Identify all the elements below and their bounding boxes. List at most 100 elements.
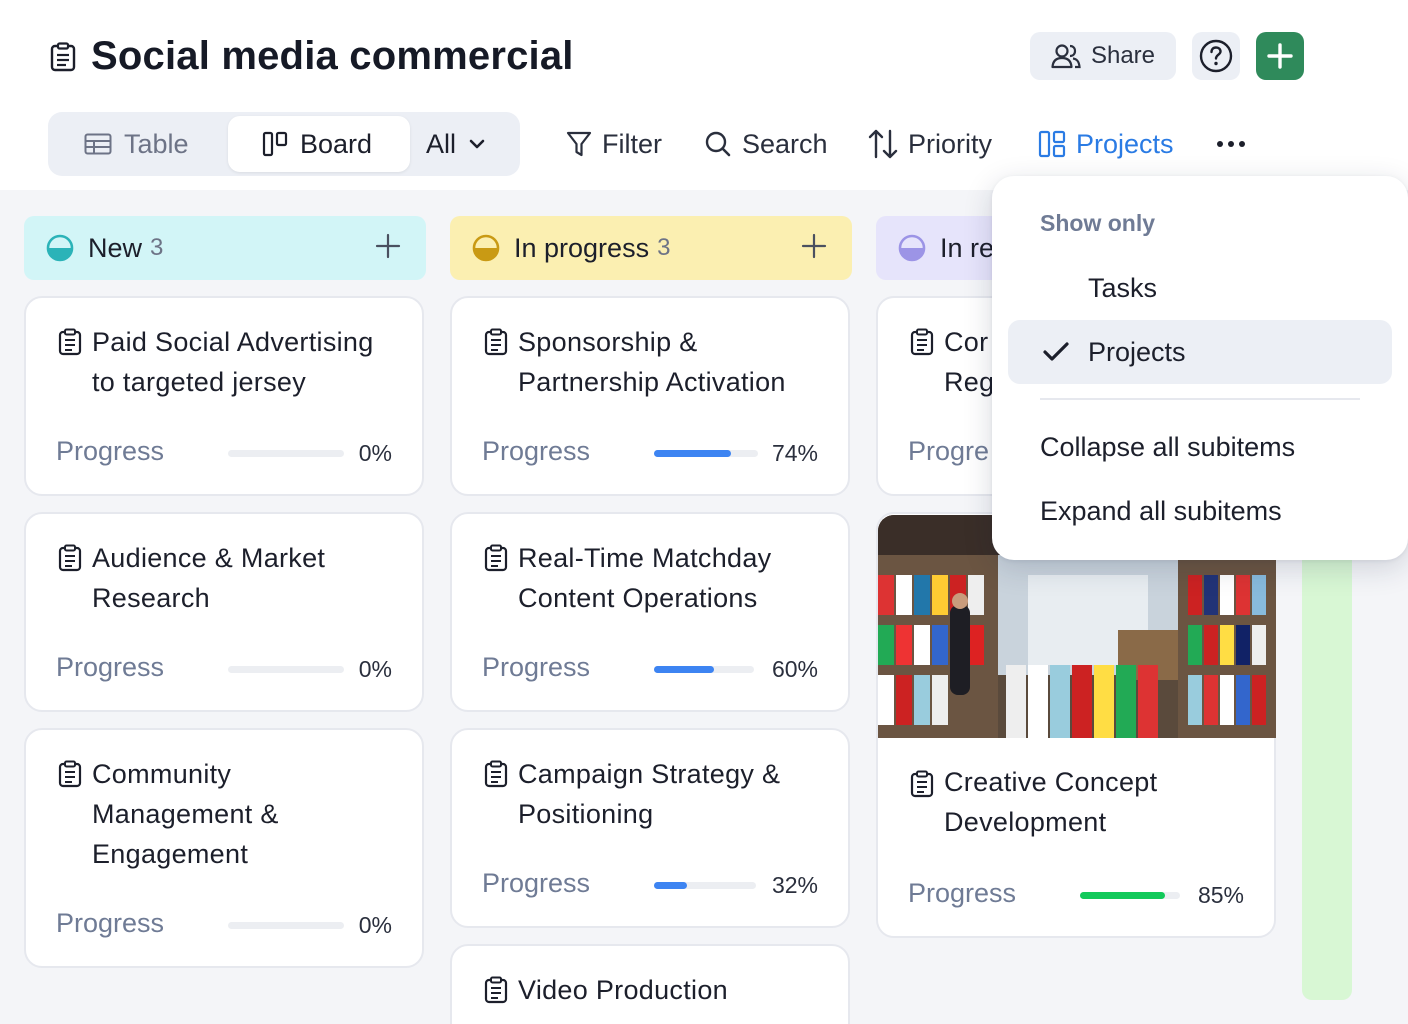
tab-board-label: Board — [300, 128, 373, 159]
card-title: Campaign Strategy & Positioning — [518, 759, 781, 829]
scope-label: All — [426, 128, 457, 159]
document-icon — [910, 770, 934, 798]
card-title: Sponsorship & Partnership Activation — [518, 327, 786, 397]
collapse-all-subitems[interactable]: Collapse all subitems — [1040, 432, 1295, 463]
task-card[interactable]: Sponsorship & Partnership Activation Pro… — [450, 296, 850, 496]
progress-label: Progress — [482, 652, 591, 682]
card-title: Paid Social Advertising to targeted jers… — [92, 327, 374, 397]
tab-table[interactable]: Table — [84, 116, 189, 172]
filter-label: Filter — [602, 128, 662, 159]
progress-bar — [654, 450, 758, 457]
progress-label: Progress — [56, 436, 165, 466]
progress-label: Progress — [56, 908, 165, 938]
document-icon — [58, 544, 82, 572]
status-in-review-icon — [898, 234, 926, 262]
search-icon — [705, 131, 731, 157]
add-item-button[interactable] — [1256, 32, 1304, 80]
projects-button[interactable]: Projects — [1038, 124, 1174, 164]
progress-percent: 74% — [771, 440, 818, 466]
progress-label: Progress — [908, 878, 1017, 908]
card-title: Audience & Market Research — [92, 543, 326, 613]
progress-percent: 0% — [358, 912, 392, 938]
column-edge — [1302, 540, 1352, 1000]
task-card[interactable]: Campaign Strategy & Positioning Progress… — [450, 728, 850, 928]
checkmark-icon — [1043, 342, 1069, 361]
table-icon — [84, 133, 112, 155]
column-name: In progress — [514, 232, 650, 263]
more-options-button[interactable] — [1216, 124, 1246, 164]
progress-label: Progress — [482, 436, 591, 466]
document-icon — [910, 328, 934, 356]
progress-bar — [228, 450, 344, 457]
sort-icon — [868, 129, 898, 159]
more-horizontal-icon — [1217, 141, 1245, 147]
scope-dropdown[interactable]: All — [426, 116, 486, 172]
board-icon — [262, 131, 288, 157]
progress-percent: 0% — [358, 440, 392, 466]
page-title: Social media commercial — [91, 34, 574, 78]
progress-label: Progress — [482, 868, 591, 898]
tab-board[interactable]: Board — [228, 116, 410, 172]
help-button[interactable] — [1192, 32, 1240, 80]
menu-option-label: Tasks — [1088, 272, 1158, 303]
document-icon — [484, 544, 508, 572]
progress-fill — [654, 882, 687, 889]
tab-table-label: Table — [124, 128, 189, 159]
users-icon — [1051, 44, 1081, 69]
card-title: Video Production — [518, 975, 728, 1005]
progress-bar — [1080, 892, 1180, 899]
task-card[interactable]: Audience & Market Research Progress 0% — [24, 512, 424, 712]
help-circle-icon — [1199, 39, 1233, 73]
task-card[interactable]: Real-Time Matchday Content Operations Pr… — [450, 512, 850, 712]
menu-divider — [1040, 398, 1360, 400]
status-new-icon — [46, 234, 74, 262]
search-button[interactable]: Search — [704, 124, 828, 164]
view-switcher: Table Board All — [48, 112, 520, 176]
document-icon — [484, 976, 508, 1004]
task-card[interactable]: Video Production — [450, 944, 850, 1024]
task-card[interactable]: Community Management & Engagement Progre… — [24, 728, 424, 968]
menu-option-projects[interactable]: Projects — [1008, 320, 1392, 384]
document-icon — [58, 760, 82, 788]
progress-bar — [654, 882, 756, 889]
card-title: Creative Concept Development — [944, 767, 1158, 837]
document-icon — [50, 42, 76, 72]
progress-percent: 0% — [358, 656, 392, 682]
progress-fill — [1080, 892, 1165, 899]
column-name: In re — [940, 232, 995, 263]
task-card[interactable]: Paid Social Advertising to targeted jers… — [24, 296, 424, 496]
document-icon — [484, 328, 508, 356]
share-button[interactable]: Share — [1030, 32, 1176, 80]
column-count: 3 — [657, 234, 671, 261]
column-header-new: New 3 — [24, 216, 426, 280]
progress-fill — [654, 666, 714, 673]
card-title: Community Management & Engagement — [92, 759, 279, 869]
document-icon — [58, 328, 82, 356]
priority-sort-button[interactable]: Priority — [868, 124, 992, 164]
add-card-icon[interactable] — [374, 232, 402, 260]
filter-icon — [566, 131, 592, 157]
progress-bar — [228, 922, 344, 929]
progress-label: Progress — [56, 652, 165, 682]
card-title: Real-Time Matchday Content Operations — [518, 543, 772, 613]
progress-bar — [228, 666, 344, 673]
add-card-icon[interactable] — [800, 232, 828, 260]
progress-percent: 60% — [771, 656, 818, 682]
menu-option-tasks[interactable]: Tasks — [1008, 256, 1392, 320]
progress-label: Progre — [908, 436, 990, 466]
progress-percent: 32% — [771, 872, 818, 898]
document-icon — [484, 760, 508, 788]
status-in-progress-icon — [472, 234, 500, 262]
progress-fill — [654, 450, 731, 457]
menu-section-header: Show only — [1040, 210, 1155, 236]
menu-option-label: Projects — [1088, 336, 1186, 367]
plus-icon — [1267, 43, 1293, 69]
priority-label: Priority — [908, 128, 993, 159]
search-label: Search — [742, 128, 828, 159]
filter-button[interactable]: Filter — [566, 124, 662, 164]
projects-icon — [1038, 130, 1066, 158]
column-count: 3 — [150, 234, 164, 261]
expand-all-subitems[interactable]: Expand all subitems — [1040, 496, 1282, 527]
share-label: Share — [1090, 42, 1156, 69]
projects-label: Projects — [1076, 128, 1174, 159]
